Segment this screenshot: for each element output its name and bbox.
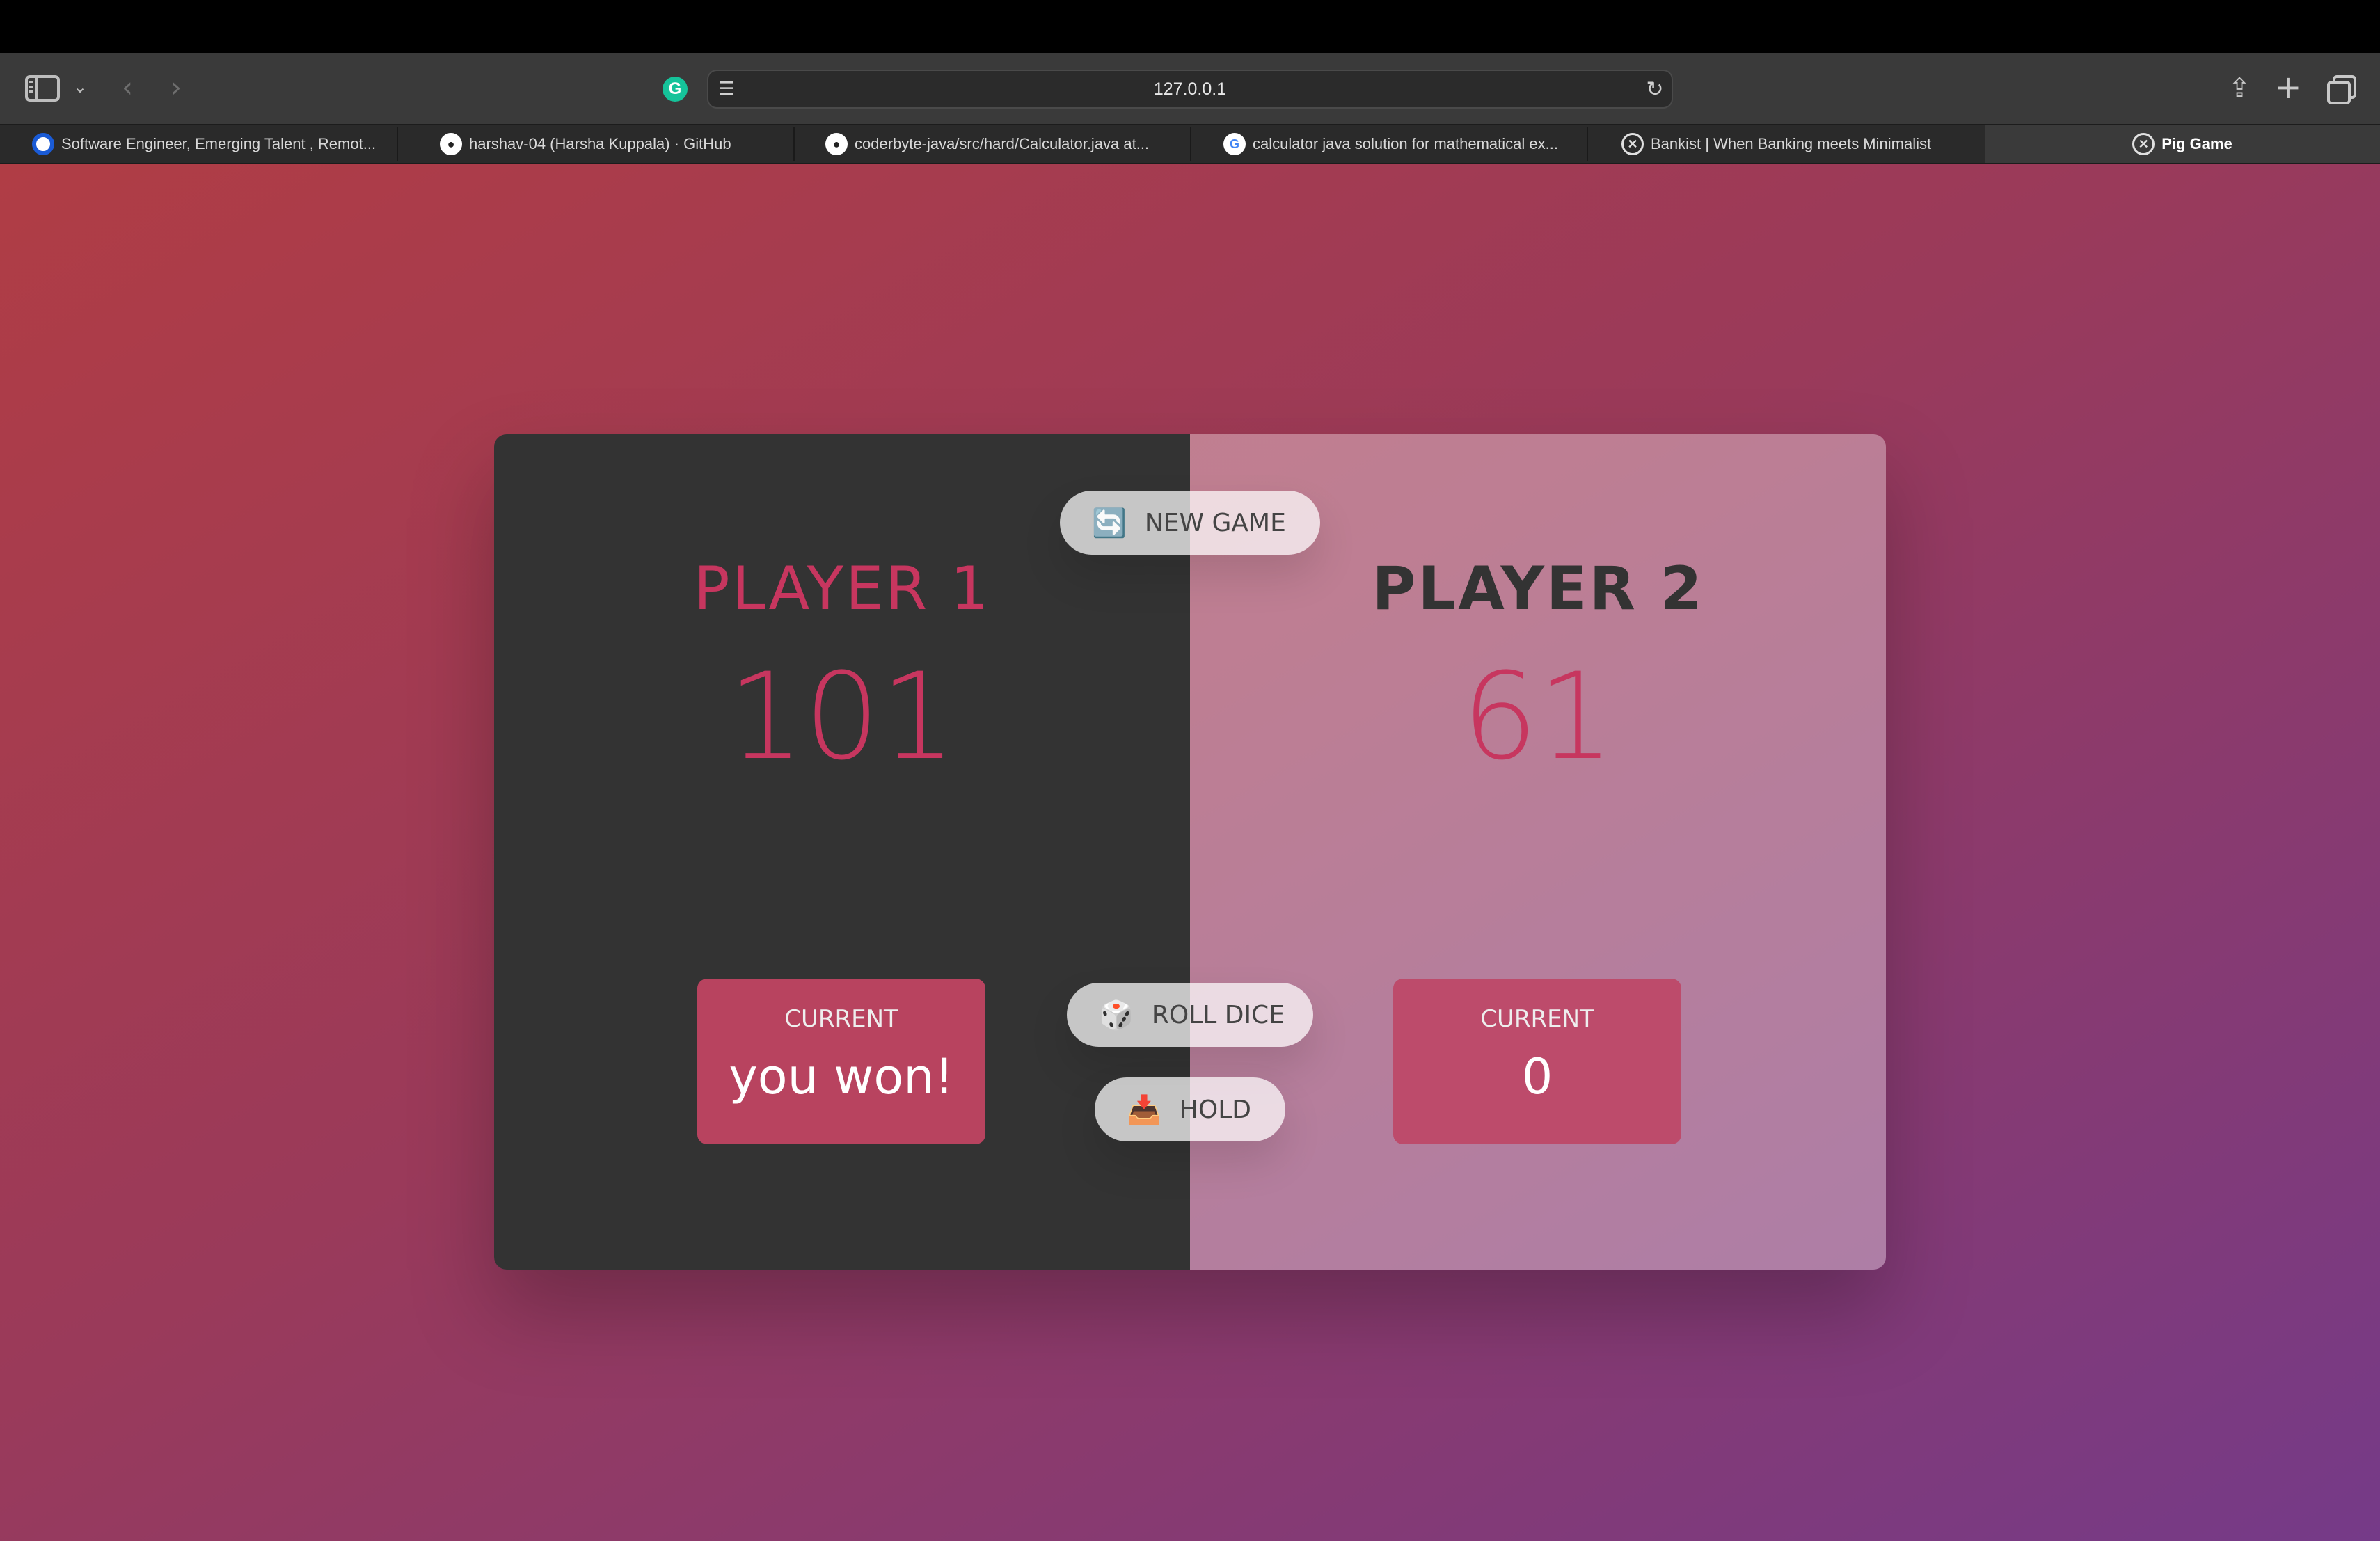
address-text[interactable]: 127.0.0.1 xyxy=(707,70,1673,109)
github-icon: ● xyxy=(825,133,848,155)
back-icon[interactable]: ‹ xyxy=(117,72,138,104)
inbox-tray-icon: 📥 xyxy=(1127,1093,1161,1126)
new-game-button[interactable]: 🔄 NEW GAME xyxy=(1060,491,1320,555)
new-game-label: NEW GAME xyxy=(1144,508,1286,537)
tab-label: harshav-04 (Harsha Kuppala) · GitHub xyxy=(469,135,731,152)
tab-label: Bankist | When Banking meets Minimalist xyxy=(1651,135,1932,152)
chevron-down-icon[interactable]: ⌄ xyxy=(71,77,89,97)
player-1-panel: PLAYER 1 101 CURRENT you won! xyxy=(494,434,1190,1270)
player-1-score: 101 xyxy=(727,647,957,787)
tab-overview-icon[interactable] xyxy=(2326,74,2356,104)
tab-label: Software Engineer, Emerging Talent , Rem… xyxy=(61,135,376,152)
sidebar-toggle-icon[interactable] xyxy=(25,75,60,102)
hold-button[interactable]: 📥 HOLD xyxy=(1095,1077,1285,1141)
dice-icon: 🎲 xyxy=(1099,999,1134,1032)
player-1-current-score: you won! xyxy=(729,1048,954,1105)
grammarly-extension-icon[interactable]: G xyxy=(663,77,688,102)
github-icon: ● xyxy=(440,133,462,155)
bankist-icon: ✕ xyxy=(2132,133,2155,155)
top-bar xyxy=(0,0,2380,53)
roll-dice-button[interactable]: 🎲 ROLL DICE xyxy=(1067,983,1313,1047)
tab-divider xyxy=(397,127,398,161)
tab-pig-game[interactable]: ✕ Pig Game xyxy=(1985,125,2380,163)
tab-label: coderbyte-java/src/hard/Calculator.java … xyxy=(855,135,1150,152)
player-1-current-box: CURRENT you won! xyxy=(697,979,985,1144)
share-icon[interactable]: ⇪ xyxy=(2224,71,2255,104)
tab-label: calculator java solution for mathematica… xyxy=(1253,135,1558,152)
game-board: PLAYER 1 101 CURRENT you won! PLAYER 2 6… xyxy=(494,434,1886,1270)
player-2-panel: PLAYER 2 61 CURRENT 0 xyxy=(1190,434,1886,1270)
tab-bankist[interactable]: ✕ Bankist | When Banking meets Minimalis… xyxy=(1621,125,1969,163)
hold-label: HOLD xyxy=(1179,1095,1251,1124)
tab-label: Pig Game xyxy=(2161,135,2232,152)
player-2-current-score: 0 xyxy=(1521,1048,1553,1105)
tab-divider xyxy=(1587,127,1588,161)
player-2-name: PLAYER 2 xyxy=(1372,554,1704,624)
tab-software-engineer[interactable]: Software Engineer, Emerging Talent , Rem… xyxy=(32,125,394,163)
blue-circle-icon xyxy=(32,133,54,155)
reload-icon[interactable]: ↻ xyxy=(1642,77,1667,102)
tab-google-search[interactable]: G calculator java solution for mathemati… xyxy=(1223,125,1585,163)
tab-divider xyxy=(793,127,795,161)
new-tab-icon[interactable]: + xyxy=(2273,68,2303,106)
bankist-icon: ✕ xyxy=(1621,133,1644,155)
current-label: CURRENT xyxy=(1480,1005,1594,1033)
google-icon: G xyxy=(1223,133,1246,155)
roll-dice-label: ROLL DICE xyxy=(1151,1000,1285,1029)
forward-icon[interactable]: › xyxy=(166,72,187,104)
tab-coderbyte[interactable]: ● coderbyte-java/src/hard/Calculator.jav… xyxy=(825,125,1187,163)
player-1-name: PLAYER 1 xyxy=(693,554,991,624)
refresh-icon: 🔄 xyxy=(1092,507,1127,539)
player-2-score: 61 xyxy=(1461,647,1615,787)
player-2-current-box: CURRENT 0 xyxy=(1393,979,1681,1144)
tab-divider xyxy=(1190,127,1191,161)
tab-github-profile[interactable]: ● harshav-04 (Harsha Kuppala) · GitHub xyxy=(440,125,795,163)
current-label: CURRENT xyxy=(784,1005,898,1033)
